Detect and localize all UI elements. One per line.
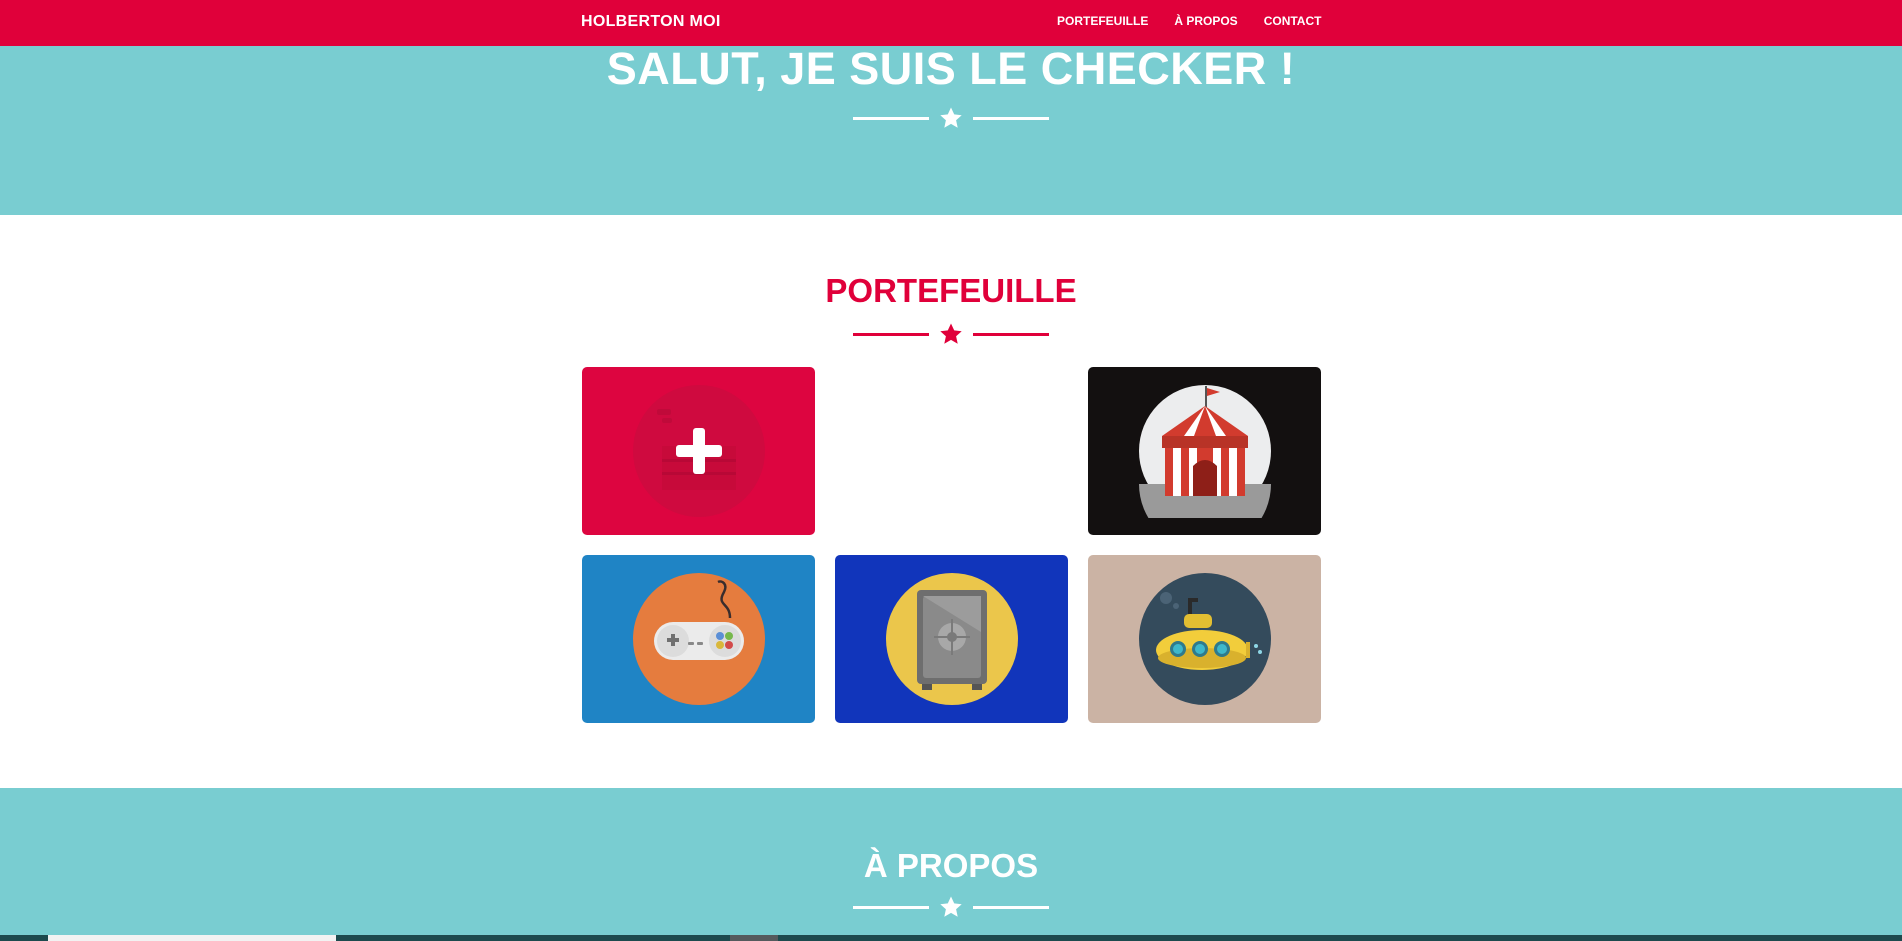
star-icon (940, 896, 962, 917)
portfolio-item-safe[interactable] (835, 555, 1068, 723)
portfolio-divider (853, 322, 1049, 346)
about-divider (853, 895, 1049, 919)
star-icon (940, 107, 962, 128)
circus-tent-icon (1139, 385, 1271, 518)
hero-divider (853, 106, 1049, 130)
portfolio-title: PORTEFEUILLE (825, 272, 1077, 309)
about-title: À PROPOS (863, 847, 1039, 884)
nav-link-contact[interactable]: CONTACT (1251, 0, 1335, 46)
divider-line (973, 117, 1049, 120)
brand-link[interactable]: HOLBERTON MOI (581, 0, 721, 46)
divider-line (853, 333, 929, 336)
nav-link-about[interactable]: À PROPOS (1161, 0, 1250, 46)
portfolio-item-circus[interactable] (1088, 367, 1321, 535)
submarine-icon (1139, 573, 1271, 705)
footer-strip-light (48, 935, 336, 941)
hero-section: SALUT, JE SUIS LE CHECKER ! (0, 46, 1902, 215)
portfolio-item-cake[interactable] (582, 367, 815, 535)
divider-line (853, 117, 929, 120)
hero-title: SALUT, JE SUIS LE CHECKER ! (606, 43, 1296, 94)
divider-line (973, 333, 1049, 336)
about-section: À PROPOS (0, 788, 1902, 941)
safe-icon (886, 573, 1018, 705)
divider-line (973, 906, 1049, 909)
game-controller-icon (633, 573, 765, 705)
star-icon (940, 323, 962, 344)
portfolio-item-controller[interactable] (582, 555, 815, 723)
nav-links: PORTEFEUILLE À PROPOS CONTACT (1057, 0, 1334, 46)
divider-line (853, 906, 929, 909)
navbar: HOLBERTON MOI PORTEFEUILLE À PROPOS CONT… (0, 0, 1902, 46)
footer-strip-gray (730, 935, 778, 941)
portfolio-item-submarine[interactable] (1088, 555, 1321, 723)
nav-link-portfolio[interactable]: PORTEFEUILLE (1057, 0, 1161, 46)
